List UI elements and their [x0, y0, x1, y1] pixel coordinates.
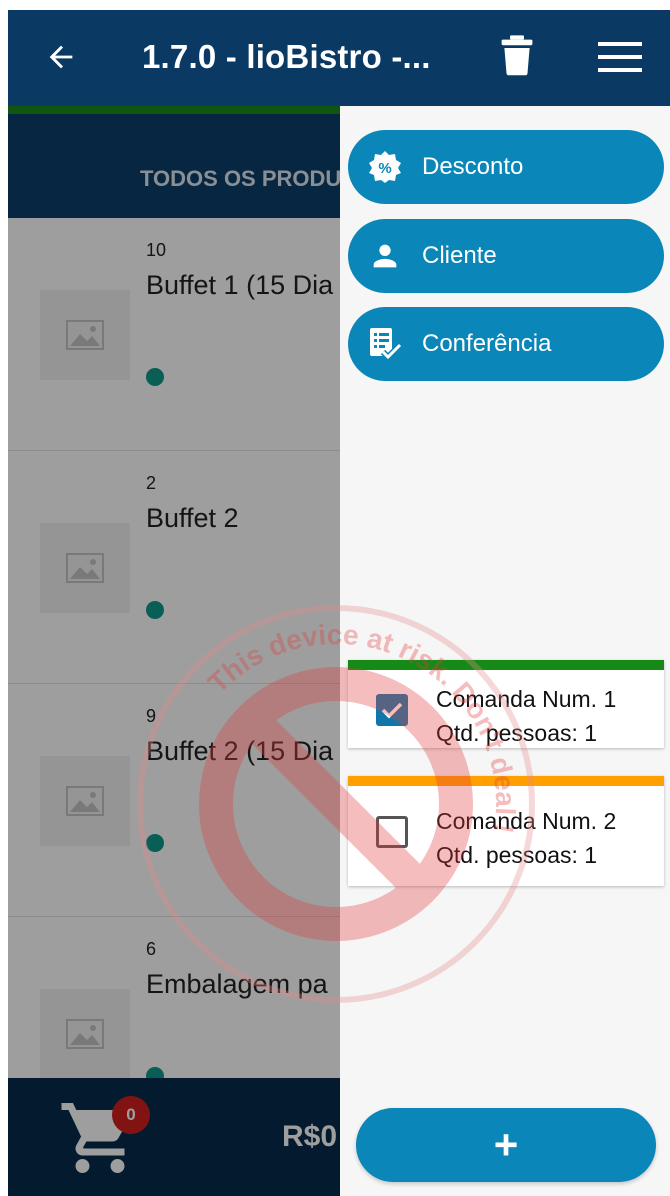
- trash-icon[interactable]: [500, 34, 534, 76]
- product-screen: TODOS OS PRODU 10 Buffet 1 (15 Dia 2 Buf…: [8, 106, 340, 1196]
- discount-badge-icon: %: [369, 151, 401, 183]
- conference-button[interactable]: Conferência: [348, 307, 664, 381]
- arrow-left-icon[interactable]: [44, 40, 78, 74]
- hamburger-menu-icon[interactable]: [598, 40, 642, 74]
- comanda-number: Comanda Num. 2: [436, 808, 617, 834]
- comanda-status-stripe: [348, 776, 664, 786]
- app-title: 1.7.0 - lioBistro -...: [142, 38, 431, 75]
- left-edge: [0, 0, 8, 1196]
- comanda-checkbox-checked[interactable]: [376, 694, 408, 726]
- comanda-people: Qtd. pessoas: 1: [436, 720, 598, 746]
- conference-label: Conferência: [422, 330, 552, 357]
- comanda-checkbox-unchecked[interactable]: [376, 816, 408, 848]
- client-button[interactable]: Cliente: [348, 219, 664, 293]
- checkmark-icon: [381, 702, 403, 719]
- svg-text:%: %: [378, 160, 391, 177]
- comanda-card[interactable]: Comanda Num. 2 Qtd. pessoas: 1: [348, 776, 664, 886]
- comanda-number: Comanda Num. 1: [436, 686, 617, 712]
- client-label: Cliente: [422, 242, 497, 269]
- side-drawer: % Desconto Cliente Conferência Comanda N…: [340, 106, 670, 1196]
- add-comanda-button[interactable]: +: [356, 1108, 656, 1182]
- discount-label: Desconto: [422, 153, 524, 180]
- discount-button[interactable]: % Desconto: [348, 130, 664, 204]
- add-label: +: [493, 1121, 519, 1168]
- comanda-status-stripe: [348, 660, 664, 670]
- comanda-card[interactable]: Comanda Num. 1 Qtd. pessoas: 1: [348, 660, 664, 748]
- app-bar: 1.7.0 - lioBistro -...: [8, 10, 670, 106]
- checklist-icon: [370, 328, 402, 361]
- drawer-scrim[interactable]: [8, 106, 340, 1196]
- comanda-people: Qtd. pessoas: 1: [436, 842, 598, 868]
- person-icon: [373, 244, 397, 268]
